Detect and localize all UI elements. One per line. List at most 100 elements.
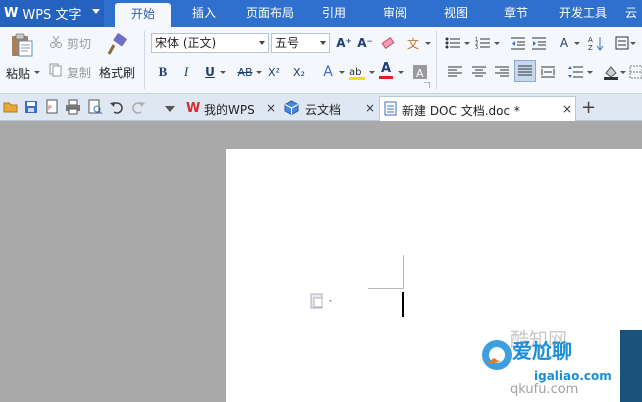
bullet-dropdown-icon[interactable] [464, 42, 470, 45]
phonetic-dropdown-icon[interactable] [425, 42, 431, 45]
bold-button[interactable]: B [153, 62, 173, 82]
format-painter-button[interactable]: 格式刷 [99, 64, 135, 81]
copy-button[interactable]: 复制 [67, 64, 91, 81]
underline-dropdown-icon[interactable] [220, 71, 226, 74]
subscript-button[interactable]: X₂ [289, 62, 309, 82]
watermark-domain: igaliao.com [534, 369, 612, 383]
tab-insert[interactable]: 插入 [182, 0, 226, 27]
svg-text:Z: Z [588, 44, 593, 51]
increase-indent-icon[interactable] [529, 33, 549, 53]
grow-font-button[interactable]: A⁺ [334, 33, 354, 53]
chevron-down-icon [320, 41, 326, 45]
margin-corner-mark [403, 255, 404, 289]
bullet-list-icon[interactable] [443, 33, 463, 53]
ribbon-panel: 粘贴 剪切 复制 格式刷 宋体 (正文) 五号 A⁺ A⁻ 文 B I U AB… [0, 27, 642, 94]
underline-button[interactable]: U [200, 62, 220, 82]
quick-access-dropdown-icon[interactable] [165, 106, 175, 112]
close-icon[interactable]: × [365, 101, 375, 115]
svg-text:A: A [416, 67, 424, 80]
svg-text:P: P [48, 105, 52, 112]
redo-icon[interactable] [130, 99, 146, 115]
copy-icon [49, 63, 63, 77]
tab-cloud-docs[interactable]: 云文档 × [283, 96, 375, 121]
watermark-logo-icon [482, 340, 512, 370]
font-size-value: 五号 [275, 36, 300, 50]
decrease-indent-icon[interactable] [508, 33, 528, 53]
undo-icon[interactable] [109, 99, 125, 115]
shading-icon[interactable] [601, 62, 621, 82]
open-folder-icon[interactable] [3, 99, 19, 115]
paste-options-icon[interactable] [309, 293, 337, 309]
sort-icon[interactable]: AZ [586, 33, 606, 53]
align-left-icon[interactable] [445, 62, 465, 82]
change-case-button[interactable]: A [554, 33, 574, 53]
tab-developer[interactable]: 开发工具 [553, 0, 613, 27]
close-icon[interactable]: × [562, 102, 572, 116]
clear-format-icon[interactable] [378, 33, 398, 53]
show-marks-dropdown-icon[interactable] [630, 42, 636, 45]
text-effect-dropdown-icon[interactable] [339, 71, 345, 74]
watermark-edge [620, 330, 642, 402]
font-family-select[interactable]: 宋体 (正文) [151, 33, 269, 53]
numbered-list-icon[interactable]: 123 [473, 33, 493, 53]
scissors-icon [49, 35, 63, 49]
shrink-font-button[interactable]: A⁻ [355, 33, 375, 53]
highlight-dropdown-icon[interactable] [369, 71, 375, 74]
font-color-dropdown-icon[interactable] [398, 71, 404, 74]
strikethrough-dropdown-icon[interactable] [256, 71, 262, 74]
print-preview-icon[interactable] [87, 99, 103, 115]
tab-chapter[interactable]: 章节 [494, 0, 538, 27]
font-size-select[interactable]: 五号 [271, 33, 330, 53]
tab-label: 我的WPS [204, 103, 255, 117]
paste-dropdown-icon[interactable] [34, 71, 40, 74]
wps-logo-icon: W [4, 6, 19, 21]
tab-current-document[interactable]: 新建 DOC 文档.doc * × [379, 96, 576, 121]
save-icon[interactable] [23, 99, 39, 115]
margin-corner-mark [368, 288, 403, 289]
tab-cloud[interactable]: 云 [620, 0, 642, 27]
change-case-dropdown-icon[interactable] [574, 42, 580, 45]
italic-button[interactable]: I [176, 62, 196, 82]
phonetic-guide-icon[interactable]: 文 [403, 33, 423, 53]
svg-text:A: A [588, 36, 593, 44]
document-icon [384, 101, 397, 116]
close-icon[interactable]: × [266, 101, 276, 115]
watermark: 酷知网 爱尬聊 igaliao.com qkufu.com [470, 329, 642, 402]
borders-icon[interactable] [626, 62, 642, 82]
watermark-title: 爱尬聊 [512, 339, 572, 363]
cut-button[interactable]: 剪切 [67, 35, 91, 52]
line-spacing-icon[interactable] [566, 62, 586, 82]
paste-icon[interactable] [9, 31, 35, 59]
line-spacing-dropdown-icon[interactable] [587, 71, 593, 74]
superscript-button[interactable]: X² [264, 62, 284, 82]
print-icon[interactable] [65, 99, 81, 115]
tab-label: 新建 DOC 文档.doc * [402, 104, 520, 118]
tab-references[interactable]: 引用 [312, 0, 356, 27]
strikethrough-button[interactable]: AB [232, 62, 258, 82]
output-pdf-icon[interactable]: P [44, 99, 60, 115]
svg-text:3: 3 [475, 45, 478, 50]
align-right-icon[interactable] [492, 62, 512, 82]
paste-button[interactable]: 粘贴 [6, 65, 30, 82]
align-justify-icon[interactable] [514, 60, 536, 82]
text-effect-button[interactable]: A [318, 62, 338, 82]
new-tab-button[interactable]: + [581, 97, 596, 118]
tab-my-wps[interactable]: W 我的WPS × [186, 96, 278, 121]
char-shading-icon[interactable]: A [410, 62, 430, 82]
tab-review[interactable]: 审阅 [373, 0, 417, 27]
distribute-icon[interactable] [538, 62, 558, 82]
format-painter-icon[interactable] [105, 32, 129, 58]
align-center-icon[interactable] [469, 62, 489, 82]
show-marks-icon[interactable] [612, 33, 632, 53]
font-family-value: 宋体 (正文) [155, 36, 217, 50]
numbered-dropdown-icon[interactable] [494, 42, 500, 45]
tab-view[interactable]: 视图 [434, 0, 478, 27]
font-dialog-launcher-icon[interactable] [424, 82, 430, 88]
highlight-icon[interactable]: ab [347, 62, 367, 82]
font-color-button[interactable]: A [376, 60, 396, 80]
cube-icon [284, 100, 299, 115]
font-color-swatch [379, 75, 393, 79]
tab-page-layout[interactable]: 页面布局 [238, 0, 302, 27]
app-menu-button[interactable]: W WPS 文字 [0, 0, 104, 27]
tab-home[interactable]: 开始 [115, 3, 171, 27]
